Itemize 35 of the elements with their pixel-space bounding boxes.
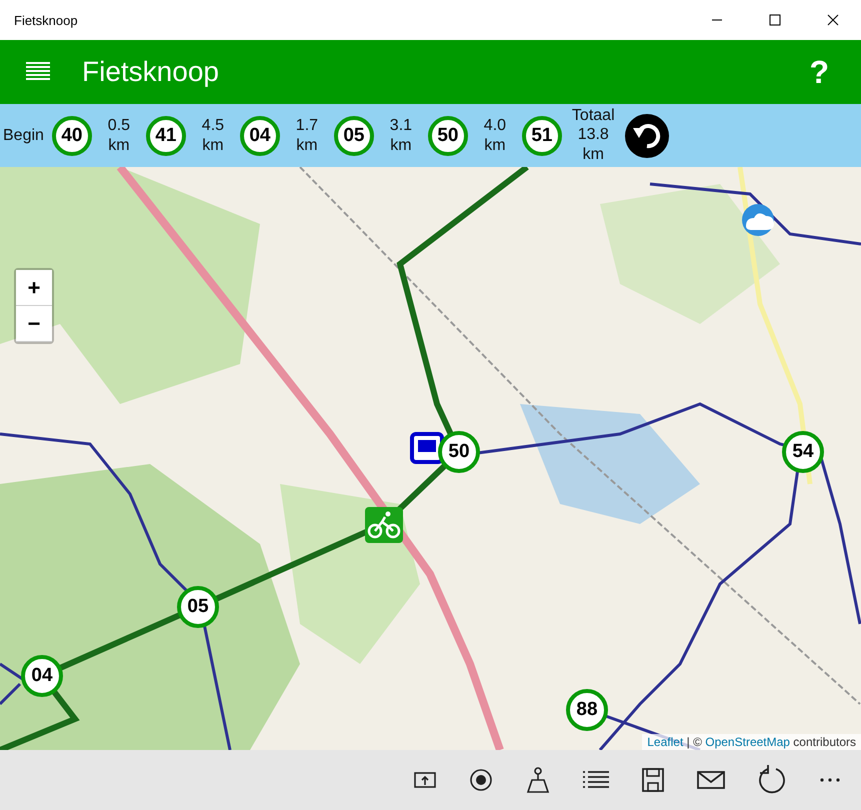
route-node[interactable]: 05 [334, 116, 374, 156]
help-button[interactable]: ? [803, 54, 835, 90]
route-distance: 0.5 km [106, 116, 132, 156]
openstreetmap-link[interactable]: OpenStreetMap [705, 735, 790, 749]
route-distance: 4.5 km [200, 116, 226, 156]
route-start-label: Begin [3, 126, 44, 144]
zoom-in-button[interactable]: + [16, 270, 52, 306]
list-icon[interactable] [583, 770, 609, 790]
route-node[interactable]: 51 [522, 116, 562, 156]
map-pin-icon[interactable] [526, 767, 550, 793]
bicycle-icon[interactable] [365, 507, 403, 543]
route-node[interactable]: 04 [240, 116, 280, 156]
location-icon[interactable] [469, 768, 493, 792]
map-attribution: Leaflet | © OpenStreetMap contributors [642, 734, 861, 750]
route-node[interactable]: 41 [146, 116, 186, 156]
route-node[interactable]: 40 [52, 116, 92, 156]
more-icon[interactable] [819, 777, 841, 783]
share-icon[interactable] [414, 770, 436, 790]
total-distance: 13.8 km [576, 125, 610, 165]
undo-icon[interactable] [624, 114, 669, 158]
maximize-icon[interactable] [769, 14, 781, 26]
refresh-icon[interactable] [758, 765, 786, 795]
close-icon[interactable] [827, 14, 839, 26]
window-title: Fietsknoop [14, 12, 78, 28]
mail-icon[interactable] [697, 771, 725, 789]
route-distance: 4.0 km [482, 116, 508, 156]
zoom-out-button[interactable]: − [16, 306, 52, 342]
save-icon[interactable] [642, 768, 664, 792]
leaflet-link[interactable]: Leaflet [647, 735, 684, 749]
route-distance: 3.1 km [388, 116, 414, 156]
route-distance: 1.7 km [294, 116, 320, 156]
total-label: Totaal [572, 106, 615, 125]
route-node[interactable]: 50 [428, 116, 468, 156]
app-title: Fietsknoop [82, 56, 220, 88]
menu-icon[interactable] [26, 61, 50, 83]
